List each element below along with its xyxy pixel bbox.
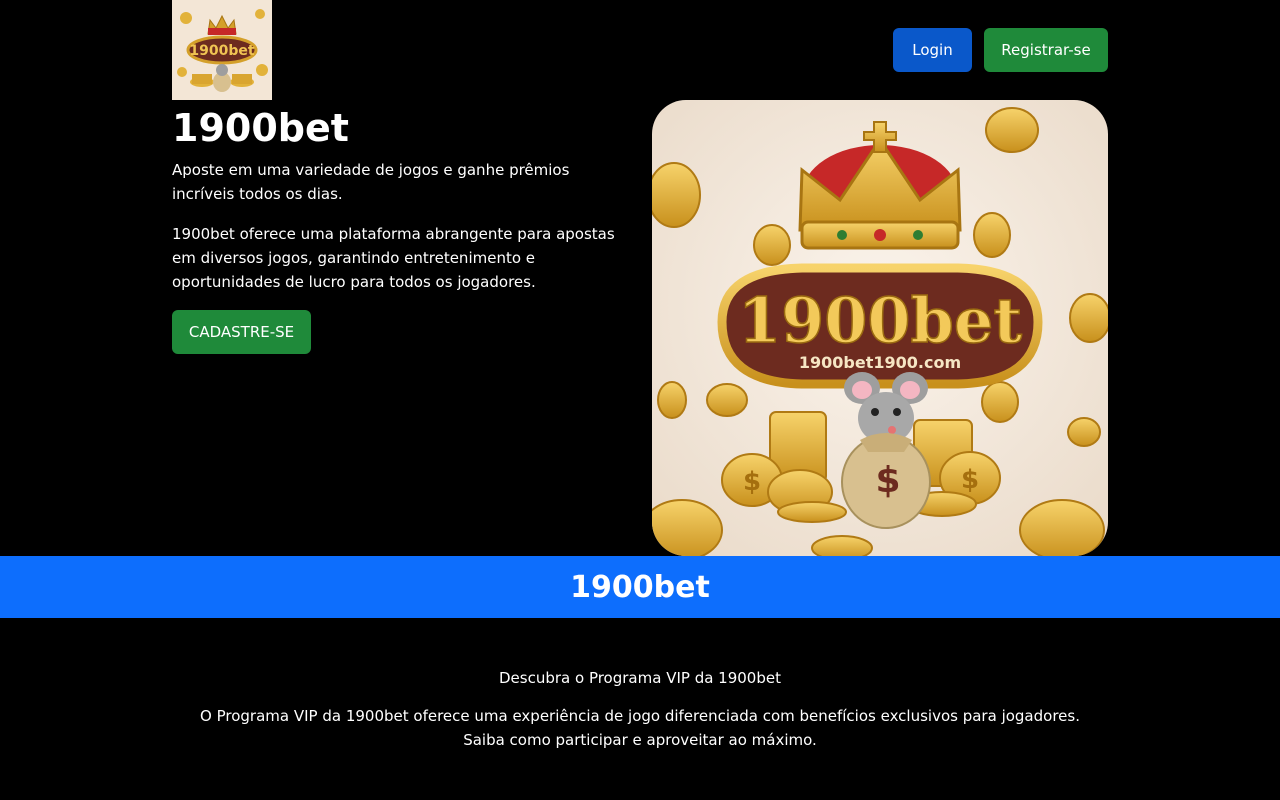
site-header: 1900bet Login Registrar-se <box>172 0 1108 100</box>
hero-intro-text: Aposte em uma variedade de jogos e ganhe… <box>172 161 570 203</box>
vip-description: O Programa VIP da 1900bet oferece uma ex… <box>200 707 1080 749</box>
hero-illustration: 1900bet 1900bet1900.com $ $ $ <box>652 100 1108 556</box>
vip-heading: Descubra o Programa VIP da 1900bet <box>499 669 781 687</box>
hero-content: 1900bet Aposte em uma variedade de jogos… <box>172 100 622 354</box>
brand-banner: 1900bet <box>0 556 1280 618</box>
vip-section: Descubra o Programa VIP da 1900bet O Pro… <box>172 664 1108 752</box>
login-button[interactable]: Login <box>893 28 972 72</box>
signup-cta-button[interactable]: CADASTRE-SE <box>172 310 311 354</box>
mouse-graphic <box>841 372 931 529</box>
logo-image: 1900bet <box>172 0 272 100</box>
register-button[interactable]: Registrar-se <box>984 28 1108 72</box>
logo-wordmark: 1900bet <box>189 43 254 59</box>
brand-badge: 1900bet 1900bet1900.com <box>717 263 1043 389</box>
coin-symbol-left: $ <box>743 467 761 497</box>
hero-description-text: 1900bet oferece uma plataforma abrangent… <box>172 225 615 291</box>
money-bag-symbol: $ <box>875 460 900 501</box>
banner-title: 1900bet <box>570 569 710 605</box>
badge-url-text: 1900bet1900.com <box>799 353 961 372</box>
hero-title: 1900bet <box>172 106 349 150</box>
hero-image: 1900bet 1900bet1900.com $ $ $ <box>652 100 1108 556</box>
badge-brand-text: 1900bet <box>738 284 1022 357</box>
header-actions: Login Registrar-se <box>893 28 1108 72</box>
coin-symbol-right: $ <box>961 465 979 495</box>
site-logo[interactable]: 1900bet <box>172 0 272 100</box>
